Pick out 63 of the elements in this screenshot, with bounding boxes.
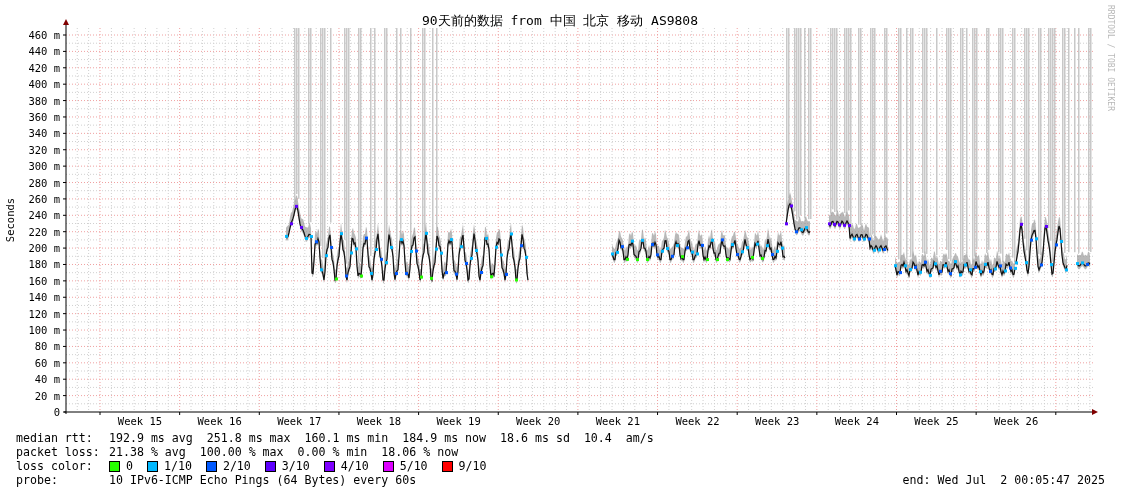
legend-value: 18.6 ms sd xyxy=(500,431,570,445)
legend-value: 192.9 ms avg xyxy=(109,431,193,445)
legend-value: 184.9 ms now xyxy=(402,431,487,445)
legend-label: loss color: xyxy=(16,459,94,473)
x-axis-label: Week 17 xyxy=(277,415,322,427)
legend-value: 5/10 xyxy=(399,459,428,473)
legend-label: median rtt: xyxy=(16,431,94,445)
x-axis-label: Week 18 xyxy=(356,415,402,427)
y-axis-label: 380 m xyxy=(28,94,60,107)
y-axis-label: 420 m xyxy=(28,61,60,74)
y-axis-label: 300 m xyxy=(28,160,60,173)
legend-value: 10 IPv6-ICMP Echo Pings (64 Bytes) every 60s xyxy=(109,473,417,487)
legend-value: 3/10 xyxy=(281,459,310,473)
x-axis-label: Week 26 xyxy=(994,415,1039,427)
legend-value: 10.4 xyxy=(583,431,612,445)
legend-value: 9/10 xyxy=(458,459,487,473)
legend-value: 160.1 ms min xyxy=(304,431,389,445)
axis-title: Seconds xyxy=(4,197,16,243)
y-axis-label: 160 m xyxy=(28,274,60,287)
y-axis-label: 340 m xyxy=(28,127,60,140)
y-axis-label: 140 m xyxy=(28,291,60,304)
x-axis-label: Week 25 xyxy=(914,415,959,427)
x-axis-label: Week 23 xyxy=(755,415,800,427)
y-axis-label: 260 m xyxy=(28,192,60,205)
y-axis-label: 60 m xyxy=(34,356,60,369)
x-axis-label: Week 19 xyxy=(436,415,481,427)
y-axis-label: 320 m xyxy=(28,143,60,156)
legend-value: 2/10 xyxy=(222,459,251,473)
legend-value: 18.06 % now xyxy=(381,445,459,459)
y-axis-label: 360 m xyxy=(28,110,60,123)
y-axis-label: 120 m xyxy=(28,307,60,320)
x-axis-label: Week 22 xyxy=(675,415,720,427)
legend-value: 0 xyxy=(126,459,133,473)
x-axis-label: Week 24 xyxy=(834,415,879,427)
legend-label: probe: xyxy=(16,473,59,487)
y-axis-label: 0 xyxy=(53,406,60,418)
x-axis-label: Week 21 xyxy=(595,415,641,427)
y-axis-label: 400 m xyxy=(28,78,60,91)
legend-value: 4/10 xyxy=(340,459,369,473)
chart-title: 90天前的数据 from 中国 北京 移动 AS9808 xyxy=(421,13,699,28)
y-axis-label: 220 m xyxy=(28,225,60,238)
x-axis-label: Week 20 xyxy=(516,415,561,427)
y-axis-label: 460 m xyxy=(28,29,60,41)
x-axis-label: Week 15 xyxy=(117,415,163,427)
legend-label: packet loss: xyxy=(16,445,101,459)
y-axis-label: 40 m xyxy=(34,373,60,386)
y-axis-label: 440 m xyxy=(28,45,60,58)
legend-value: 0.00 % min xyxy=(297,445,368,459)
legend-value: am/s xyxy=(625,431,654,445)
end-time: end: Wed Jul 2 00:05:47 2025 xyxy=(902,473,1105,487)
y-axis-label: 180 m xyxy=(28,258,60,271)
legend-value: 21.38 % avg xyxy=(109,445,186,459)
legend-value: 1/10 xyxy=(164,459,192,473)
legend-value: 100.00 % max xyxy=(199,445,284,459)
y-axis-label: 20 m xyxy=(34,389,60,402)
y-axis-label: 100 m xyxy=(28,324,60,337)
legend-value: 251.8 ms max xyxy=(206,431,291,445)
x-axis-label: Week 16 xyxy=(197,415,242,427)
y-axis-label: 200 m xyxy=(28,242,60,255)
y-axis-label: 80 m xyxy=(34,340,60,353)
y-axis-label: 280 m xyxy=(28,176,60,189)
y-axis-label: 240 m xyxy=(28,209,60,222)
credit-text: RRDTOOL / TOBI OETIKER xyxy=(1106,5,1115,111)
